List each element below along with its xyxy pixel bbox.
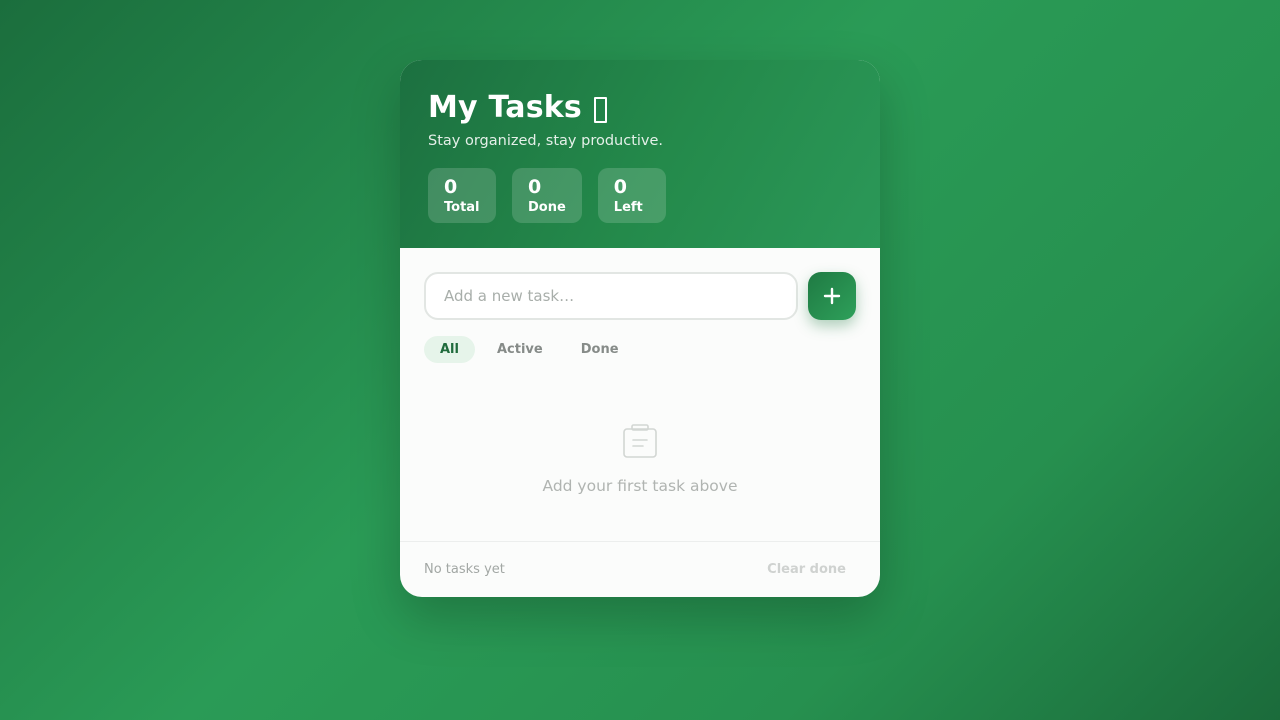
- stat-done-value: 0: [528, 176, 542, 198]
- empty-state-text: Add your first task above: [542, 477, 738, 495]
- stat-left: 0 Left: [597, 168, 666, 223]
- empty-state: Add your first task above: [424, 423, 856, 495]
- add-task-button[interactable]: [808, 272, 856, 320]
- filter-tabs: All Active Done: [424, 336, 856, 363]
- page-subtitle: Stay organized, stay productive.: [428, 133, 664, 149]
- clipboard-icon: [623, 424, 657, 458]
- stat-left-value: 0: [613, 176, 628, 198]
- card-header: My Tasks Stay organized, stay productive…: [400, 60, 880, 248]
- task-count-status: No tasks yet: [424, 562, 505, 577]
- title-row: My Tasks: [428, 88, 852, 128]
- stat-done: 0 Done: [512, 168, 582, 223]
- clipboard-emoji-icon: [593, 97, 607, 123]
- stats-row: 0 Total 0 Done 0 Left: [428, 168, 852, 223]
- new-task-input[interactable]: [424, 272, 798, 320]
- tab-done[interactable]: Done: [565, 336, 635, 363]
- plus-icon: [823, 287, 841, 305]
- page-title: My Tasks: [428, 90, 582, 125]
- card-body: All Active Done Add your first task abov…: [400, 248, 880, 541]
- stat-total-value: 0: [444, 176, 458, 198]
- stat-left-label: Left: [613, 200, 643, 215]
- stat-done-label: Done: [528, 200, 566, 215]
- tab-active[interactable]: Active: [481, 336, 559, 363]
- task-card: My Tasks Stay organized, stay productive…: [400, 60, 880, 597]
- clear-done-button[interactable]: Clear done: [767, 562, 846, 577]
- add-task-row: [424, 272, 856, 320]
- stat-total: 0 Total: [428, 168, 496, 223]
- tab-all[interactable]: All: [424, 336, 475, 363]
- card-footer: No tasks yet Clear done: [400, 541, 880, 597]
- stat-total-label: Total: [444, 200, 480, 215]
